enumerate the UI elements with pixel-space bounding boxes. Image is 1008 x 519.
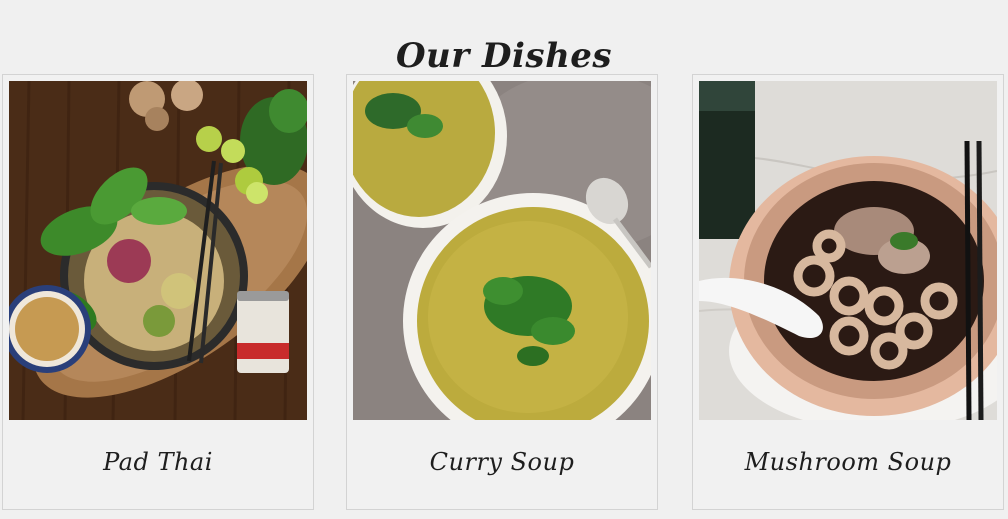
dish-card-mushroom-soup[interactable]: Mushroom Soup [692,74,1004,510]
dish-name-mushroom-soup: Mushroom Soup [744,448,952,476]
dish-name-pad-thai: Pad Thai [103,448,213,476]
mushroom-soup-photo[interactable] [699,81,997,420]
dish-name-curry-soup: Curry Soup [429,448,575,476]
dish-card-pad-thai[interactable]: Pad Thai [2,74,314,510]
curry-soup-photo[interactable] [353,81,651,420]
dish-card-curry-soup[interactable]: Curry Soup [346,74,658,510]
pad-thai-photo[interactable] [9,81,307,420]
